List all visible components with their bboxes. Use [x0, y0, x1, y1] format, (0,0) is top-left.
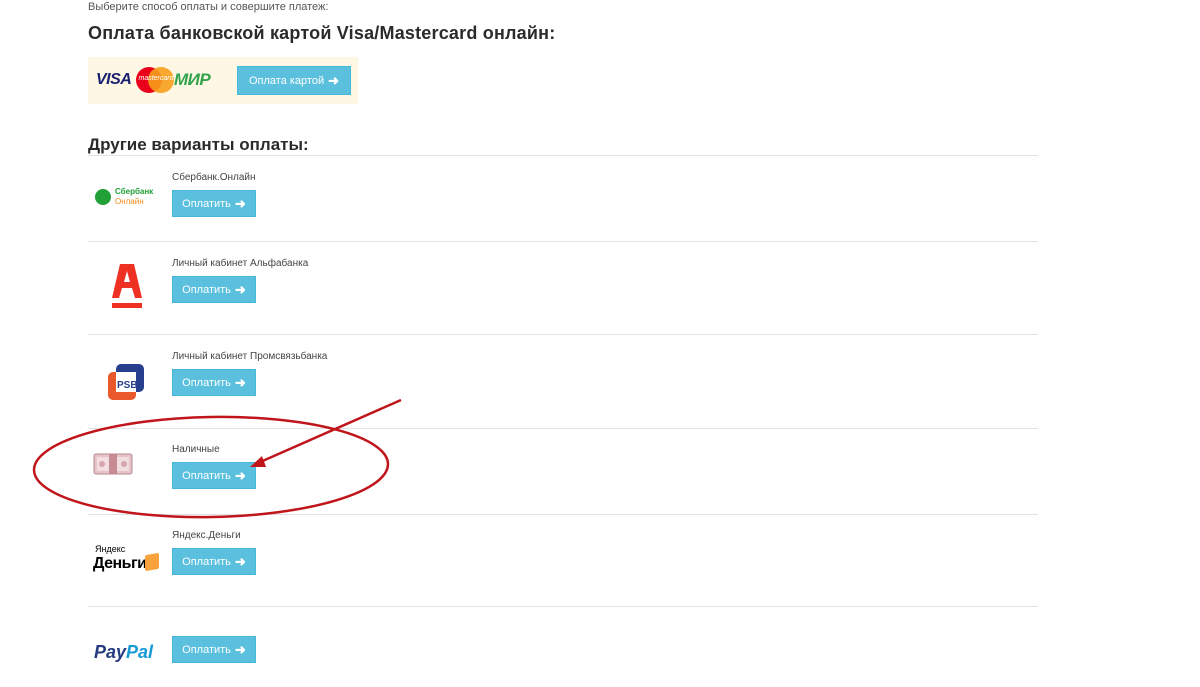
- pay-sberbank-button[interactable]: Оплатить ➜: [172, 190, 256, 217]
- pay-paypal-button[interactable]: Оплатить ➜: [172, 636, 256, 663]
- pay-alfabank-button[interactable]: Оплатить ➜: [172, 276, 256, 303]
- mastercard-logo: mastercard: [136, 67, 174, 93]
- pay-by-card-label: Оплата картой: [248, 74, 325, 87]
- mir-logo: МИР: [174, 70, 211, 89]
- option-label: Яндекс.Деньги: [172, 530, 241, 541]
- divider: [88, 334, 1038, 335]
- pay-by-card-button[interactable]: Оплата картой ➜: [237, 66, 351, 95]
- divider: [88, 514, 1038, 515]
- cash-icon: [93, 453, 133, 475]
- card-payment-box: VISA mastercard МИР Оплата картой ➜: [88, 57, 358, 104]
- arrow-right-icon: ➜: [234, 554, 246, 569]
- arrow-right-icon: ➜: [328, 73, 340, 88]
- option-label: Личный кабинет Промсвязьбанка: [172, 351, 328, 362]
- payment-page: Выберите способ оплаты и совершите плате…: [0, 0, 1200, 687]
- arrow-right-icon: ➜: [234, 642, 246, 657]
- pay-label: Оплатить: [182, 469, 231, 482]
- option-label: Наличные: [172, 444, 220, 455]
- pay-label: Оплатить: [182, 643, 231, 656]
- divider: [88, 155, 1038, 156]
- yandex-money-logo: Яндекс Деньги: [93, 544, 163, 576]
- pay-label: Оплатить: [182, 197, 231, 210]
- sberbank-online-logo: Сбербанк Онлайн: [95, 186, 157, 208]
- arrow-right-icon: ➜: [234, 375, 246, 390]
- pay-psb-button[interactable]: Оплатить ➜: [172, 369, 256, 396]
- pay-cash-button[interactable]: Оплатить ➜: [172, 462, 256, 489]
- pay-label: Оплатить: [182, 283, 231, 296]
- other-options-title: Другие варианты оплаты:: [88, 135, 309, 154]
- option-label: Сбербанк.Онлайн: [172, 172, 256, 183]
- divider: [88, 241, 1038, 242]
- card-payment-title: Оплата банковской картой Visa/Mastercard…: [88, 23, 556, 43]
- paypal-logo: PayPal: [94, 642, 154, 662]
- intro-text: Выберите способ оплаты и совершите плате…: [88, 1, 329, 13]
- divider: [88, 606, 1038, 607]
- pay-label: Оплатить: [182, 376, 231, 389]
- arrow-right-icon: ➜: [234, 282, 246, 297]
- pay-label: Оплатить: [182, 555, 231, 568]
- svg-text:PSB: PSB: [117, 380, 138, 391]
- pay-yandex-money-button[interactable]: Оплатить ➜: [172, 548, 256, 575]
- annotation-arrow-line: [257, 398, 402, 465]
- divider: [88, 428, 1038, 429]
- alfabank-logo: [112, 264, 142, 308]
- arrow-right-icon: ➜: [234, 468, 246, 483]
- arrow-right-icon: ➜: [234, 196, 246, 211]
- psb-logo: PSB: [108, 364, 144, 400]
- option-label: Личный кабинет Альфабанка: [172, 258, 309, 269]
- visa-logo: VISA: [96, 71, 132, 88]
